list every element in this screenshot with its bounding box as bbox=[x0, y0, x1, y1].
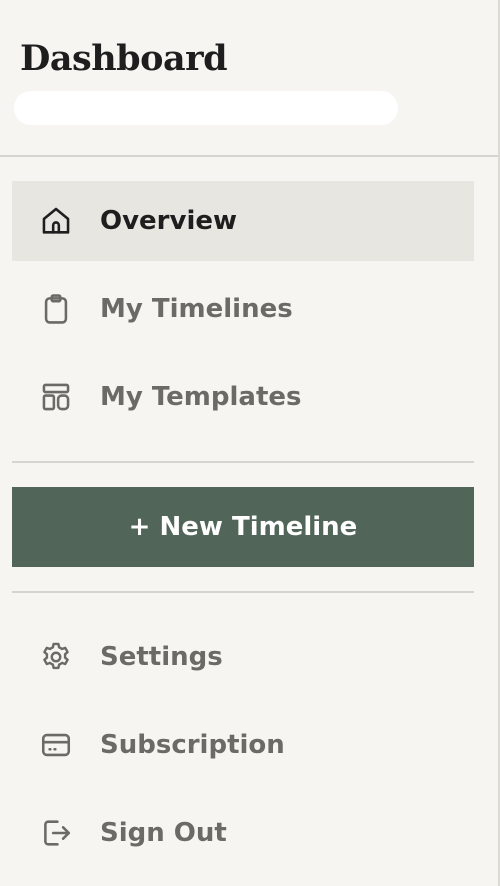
sidebar-item-label: Settings bbox=[100, 642, 223, 672]
sidebar: Dashboard Overview My Timelines My Templ… bbox=[0, 0, 500, 886]
sidebar-item-sign-out[interactable]: Sign Out bbox=[12, 793, 474, 873]
sidebar-item-overview[interactable]: Overview bbox=[12, 181, 474, 261]
header-divider bbox=[0, 155, 498, 157]
sidebar-item-settings[interactable]: Settings bbox=[12, 617, 474, 697]
clipboard-icon bbox=[38, 291, 74, 327]
credit-card-icon bbox=[38, 727, 74, 763]
sidebar-item-label: Subscription bbox=[100, 730, 285, 760]
page-title: Dashboard bbox=[20, 38, 228, 79]
nav-divider bbox=[12, 461, 474, 463]
header-placeholder-bar bbox=[14, 91, 398, 125]
sidebar-item-my-timelines[interactable]: My Timelines bbox=[12, 269, 474, 349]
logout-icon bbox=[38, 815, 74, 851]
home-icon bbox=[38, 203, 74, 239]
sidebar-item-my-templates[interactable]: My Templates bbox=[12, 357, 474, 437]
gear-icon bbox=[38, 639, 74, 675]
sidebar-item-label: Overview bbox=[100, 206, 238, 236]
sidebar-item-label: My Timelines bbox=[100, 294, 293, 324]
sidebar-item-label: My Templates bbox=[100, 382, 302, 412]
sidebar-header: Dashboard bbox=[0, 0, 498, 156]
action-divider bbox=[12, 591, 474, 593]
sidebar-item-subscription[interactable]: Subscription bbox=[12, 705, 474, 785]
sidebar-item-label: Sign Out bbox=[100, 818, 227, 848]
layout-icon bbox=[38, 379, 74, 415]
new-timeline-button[interactable]: + New Timeline bbox=[12, 487, 474, 567]
